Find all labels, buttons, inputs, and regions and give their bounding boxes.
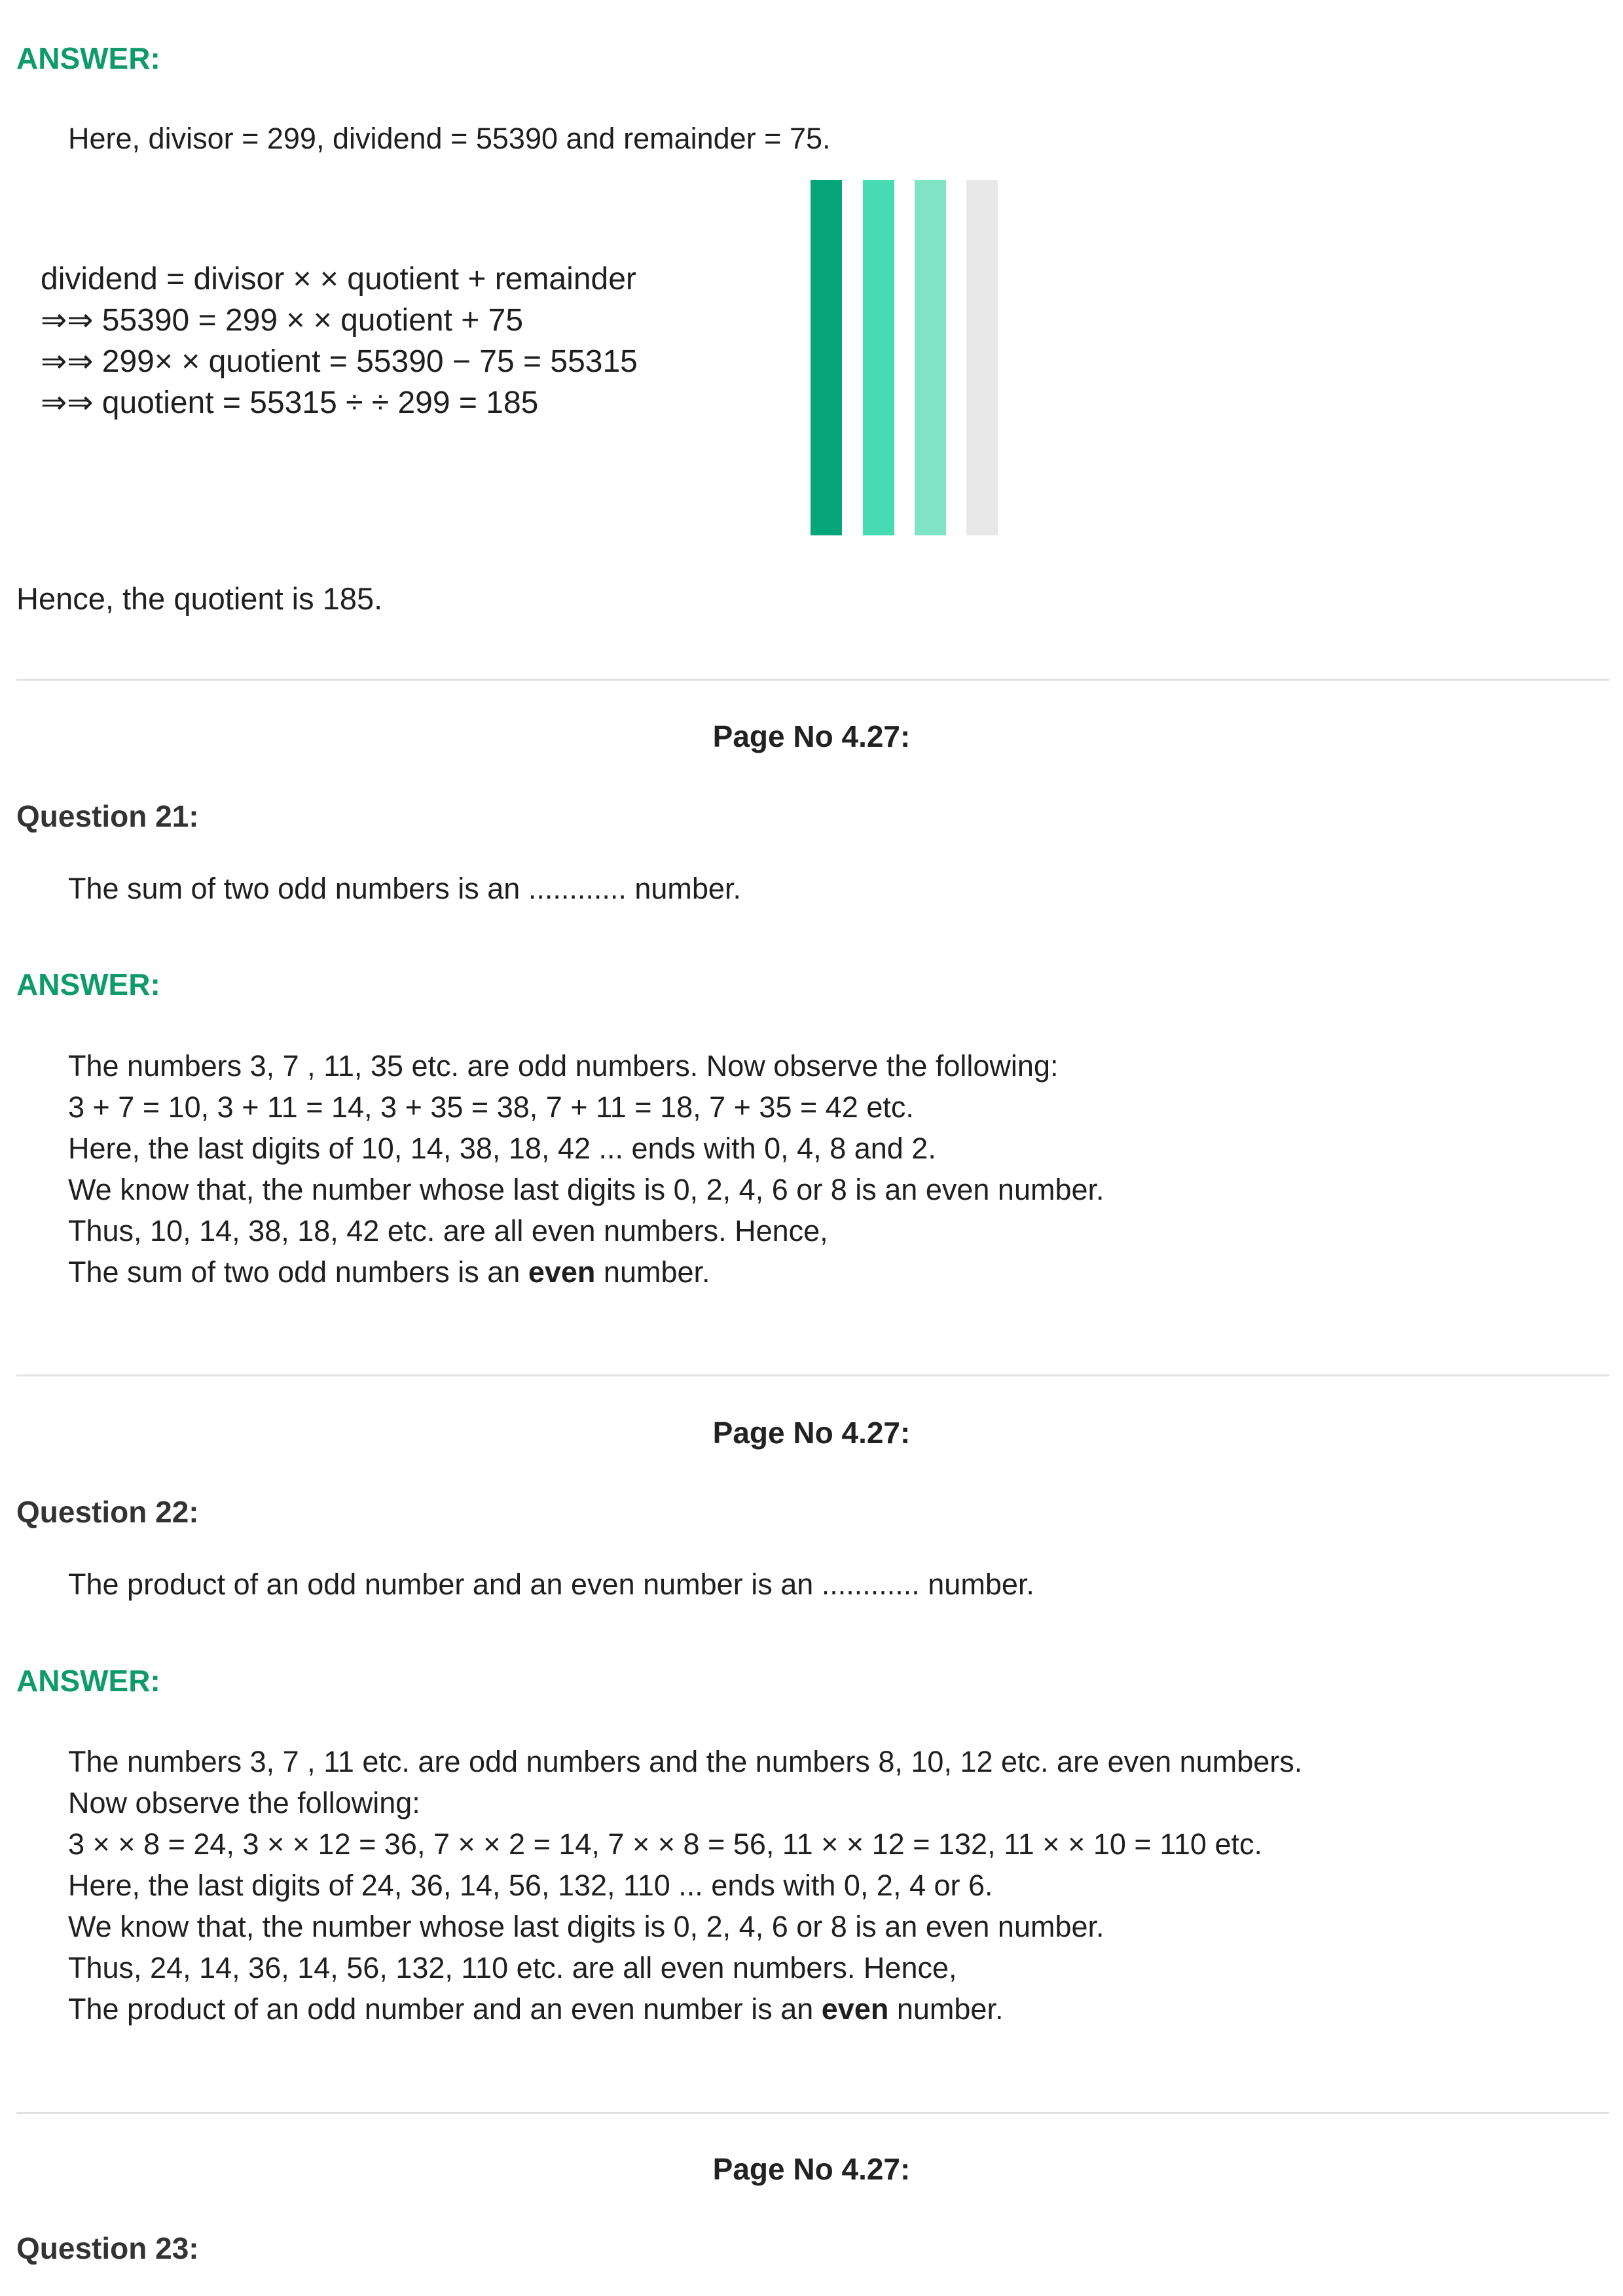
answer-body: The numbers 3, 7 , 11 etc. are odd numbe… <box>68 1741 1302 2030</box>
section-divider <box>16 679 1609 681</box>
answer-line: The numbers 3, 7 , 11 etc. are odd numbe… <box>68 1745 1303 1778</box>
decorative-bar <box>811 180 842 535</box>
answer-line: The numbers 3, 7 , 11, 35 etc. are odd n… <box>68 1049 1059 1083</box>
section-divider <box>16 1374 1609 1376</box>
step-line: ⇒⇒ 55390 = 299 × × quotient + 75 <box>41 303 524 338</box>
answer-heading: ANSWER: <box>16 41 160 75</box>
answer-keyword: even <box>528 1255 596 1289</box>
step-line: ⇒⇒ 299× × quotient = 55390 − 75 = 55315 <box>41 344 638 379</box>
answer-line: Now observe the following: <box>68 1786 420 1820</box>
answer-line: Thus, 10, 14, 38, 18, 42 etc. are all ev… <box>68 1214 828 1247</box>
question-text: The sum of two odd numbers is an .......… <box>68 872 741 905</box>
answer-heading: ANSWER: <box>16 1664 160 1698</box>
decorative-bar <box>915 180 946 535</box>
answer-line: We know that, the number whose last digi… <box>68 1173 1104 1206</box>
answer-line: Here, the last digits of 24, 36, 14, 56,… <box>68 1869 993 1902</box>
decorative-bar <box>966 180 998 535</box>
step-line: ⇒⇒ quotient = 55315 ÷ ÷ 299 = 185 <box>41 386 539 420</box>
answer-final-line: The product of an odd number and an even… <box>68 1992 1004 2026</box>
answer-line: Here, the last digits of 10, 14, 38, 18,… <box>68 1132 936 1165</box>
answer-line: Thus, 24, 14, 36, 14, 56, 132, 110 etc. … <box>68 1951 957 1984</box>
answer-heading: ANSWER: <box>16 967 160 1001</box>
answer-body: The numbers 3, 7 , 11, 35 etc. are odd n… <box>68 1045 1104 1293</box>
division-steps: dividend = divisor × × quotient + remain… <box>41 259 638 423</box>
question-heading: Question 22: <box>16 1495 199 1529</box>
answer-line: 3 + 7 = 10, 3 + 11 = 14, 3 + 35 = 38, 7 … <box>68 1090 914 1124</box>
conclusion-text: Hence, the quotient is 185. <box>16 581 383 616</box>
decorative-bar <box>863 180 894 535</box>
page-number-label: Page No 4.27: <box>712 719 911 753</box>
question-heading: Question 23: <box>16 2231 199 2265</box>
question-heading: Question 21: <box>16 799 199 833</box>
answer-final-line: The sum of two odd numbers is an even nu… <box>68 1255 710 1289</box>
given-values-text: Here, divisor = 299, dividend = 55390 an… <box>68 122 831 155</box>
question-text: The product of an odd number and an even… <box>68 1568 1034 1601</box>
answer-keyword: even <box>821 1992 889 2026</box>
page-number-label: Page No 4.27: <box>712 2152 911 2186</box>
step-line: dividend = divisor × × quotient + remain… <box>41 262 636 296</box>
answer-line: We know that, the number whose last digi… <box>68 1910 1104 1943</box>
answer-line: 3 × × 8 = 24, 3 × × 12 = 36, 7 × × 2 = 1… <box>68 1827 1262 1861</box>
page-number-label: Page No 4.27: <box>712 1416 911 1450</box>
section-divider <box>16 2112 1609 2114</box>
